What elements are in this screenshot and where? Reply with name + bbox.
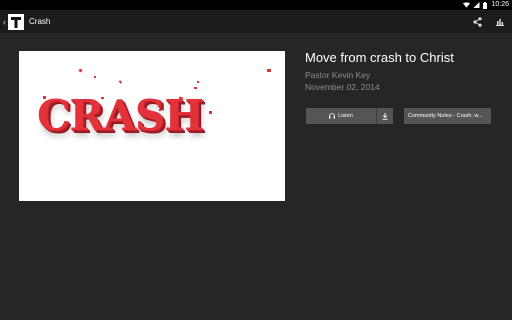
status-time: 10:26 (491, 1, 509, 8)
bar-chart-icon[interactable] (496, 18, 504, 26)
download-button[interactable] (377, 108, 393, 124)
artwork-fragment (94, 76, 96, 78)
artwork-fragment (118, 80, 123, 84)
artwork-fragment (197, 81, 199, 83)
page-title: Crash (29, 17, 51, 26)
sermon-artwork: CRASH (19, 51, 285, 201)
listen-group: Listen (306, 108, 393, 124)
cross-icon (11, 17, 21, 28)
sermon-title: Move from crash to Christ (305, 50, 454, 65)
signal-icon (473, 2, 480, 8)
headphones-icon (329, 113, 336, 119)
artwork-fragment (78, 68, 83, 73)
listen-label: Listen (338, 113, 353, 119)
wifi-icon (463, 2, 471, 8)
action-bar: ‹ Crash (0, 10, 512, 33)
artwork-fragment (194, 87, 197, 89)
artwork-title: CRASH (37, 91, 204, 140)
download-icon (382, 112, 388, 120)
sermon-info: Move from crash to Christ Pastor Kevin K… (305, 50, 454, 93)
sermon-date: November 02, 2014 (305, 82, 380, 92)
status-bar: 10:26 (0, 0, 512, 10)
artwork-fragment (209, 111, 212, 114)
artwork-fragment (267, 69, 271, 72)
share-icon[interactable] (473, 16, 482, 27)
listen-button[interactable]: Listen (306, 108, 377, 124)
community-notes-label: Community Notes - Crash, w... (408, 113, 483, 119)
chevron-left-icon[interactable]: ‹ (1, 10, 8, 33)
battery-icon (483, 1, 488, 9)
cross-logo-icon[interactable] (8, 13, 24, 30)
community-notes-button[interactable]: Community Notes - Crash, w... (404, 108, 491, 124)
action-buttons: Listen Community Notes - Crash, w... (306, 108, 491, 124)
sermon-speaker: Pastor Kevin Key (305, 70, 371, 80)
